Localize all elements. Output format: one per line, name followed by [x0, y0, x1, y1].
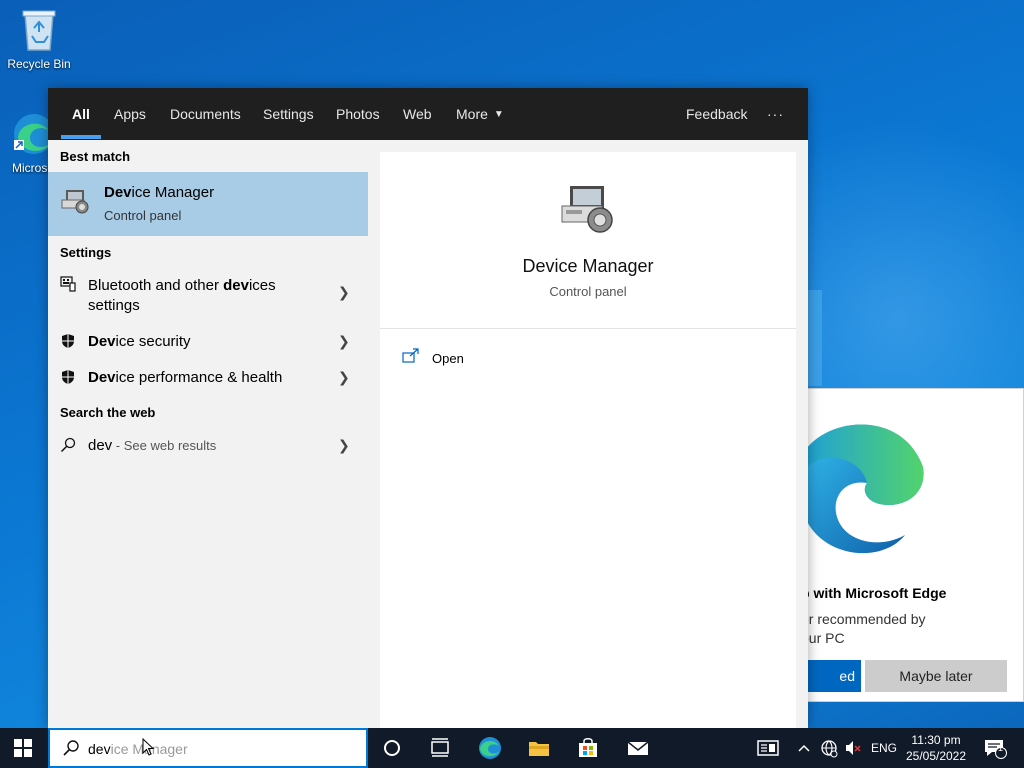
result-device-performance-post: ice performance & health: [115, 369, 283, 386]
taskbar-clock[interactable]: 11:30 pm 25/05/2022: [900, 732, 972, 764]
clock-date: 25/05/2022: [905, 749, 967, 763]
tab-apps[interactable]: Apps: [114, 88, 146, 140]
cortana-icon[interactable]: [380, 736, 404, 760]
edge-logo-icon: [801, 424, 924, 554]
preview-divider: [380, 328, 796, 329]
result-bluetooth-pre: Bluetooth and other: [88, 277, 224, 294]
edge-promo-title: b with Microsoft Edge: [801, 585, 947, 601]
chevron-right-icon: ❯: [338, 333, 350, 349]
chevron-right-icon: ❯: [338, 369, 350, 385]
chevron-down-icon: ▼: [493, 109, 504, 121]
search-panel: All Apps Documents Settings Photos Web M…: [48, 88, 808, 728]
best-match-title-highlight: Dev: [104, 184, 132, 201]
result-bluetooth-post: ices: [248, 277, 276, 294]
shield-icon: [62, 370, 74, 384]
notification-count: 1: [998, 743, 1004, 753]
search-icon: [60, 437, 76, 453]
chevron-right-icon: ❯: [338, 284, 350, 300]
edge-icon: [14, 114, 48, 154]
result-bluetooth-settings[interactable]: Bluetooth and other devices settings ❯: [48, 272, 368, 320]
feedback-button[interactable]: Feedback: [686, 88, 747, 140]
result-device-performance[interactable]: Device performance & health ❯: [48, 364, 368, 394]
mouse-cursor-icon: [142, 738, 155, 756]
best-match-subtitle: Control panel: [104, 208, 182, 223]
section-search-the-web: Search the web: [60, 405, 156, 420]
result-device-performance-label: Device performance & health: [88, 368, 282, 388]
open-action-label: Open: [432, 351, 464, 366]
shield-icon: [62, 334, 74, 348]
result-bluetooth-line2: settings: [88, 297, 140, 314]
result-device-security-label: Device security: [88, 332, 191, 352]
active-tab-indicator: [61, 135, 101, 139]
desktop-icon-recycle-bin[interactable]: Recycle Bin: [0, 6, 78, 71]
best-match-title: Device Manager: [104, 184, 214, 201]
result-web-label: dev - See web results: [88, 436, 216, 456]
recycle-bin-icon: [22, 10, 56, 51]
notifications-icon[interactable]: [982, 736, 1008, 760]
network-icon[interactable]: [820, 736, 838, 760]
task-view-icon[interactable]: [428, 736, 452, 760]
section-settings: Settings: [60, 245, 112, 260]
result-device-security-bold: Dev: [88, 333, 116, 350]
edge-promo-primary-button[interactable]: ed: [801, 660, 861, 692]
device-manager-icon: [561, 186, 613, 233]
desktop-icon-edge[interactable]: Microsoft Edge: [0, 112, 48, 175]
device-manager-icon: [61, 190, 89, 214]
best-match-title-rest: ice Manager: [131, 184, 215, 201]
chevron-up-icon[interactable]: [797, 736, 811, 760]
web-suffix: - See web results: [112, 438, 217, 453]
tab-documents[interactable]: Documents: [170, 88, 241, 140]
tab-all[interactable]: All: [72, 88, 90, 140]
search-tabs-bar: All Apps Documents Settings Photos Web M…: [48, 88, 808, 140]
tab-settings[interactable]: Settings: [263, 88, 314, 140]
taskbar: device Manager dev: [0, 728, 1024, 768]
tab-more[interactable]: More ▼: [456, 88, 504, 140]
mail-icon[interactable]: [626, 736, 650, 760]
search-icon: [63, 740, 79, 756]
preview-subtitle: Control panel: [549, 284, 627, 299]
preview-pane: Device Manager Control panel Open: [380, 152, 796, 728]
file-explorer-icon[interactable]: [527, 736, 551, 760]
edge-promo-accent: [808, 290, 822, 386]
windows-start-icon[interactable]: [14, 739, 32, 757]
result-device-performance-bold: Dev: [88, 369, 116, 386]
result-device-security[interactable]: Device security ❯: [48, 328, 368, 358]
edge-taskbar-icon[interactable]: [478, 736, 502, 760]
edge-promo-panel: b with Microsoft Edge er recommended by …: [800, 388, 1024, 702]
maybe-later-button[interactable]: Maybe later: [865, 660, 1007, 692]
result-device-security-post: ice security: [115, 333, 191, 350]
more-options-button[interactable]: ···: [767, 88, 784, 140]
clock-time: 11:30 pm: [911, 733, 961, 747]
edge-desktop-label: Microsoft Edge: [12, 161, 48, 175]
result-bluetooth-bold: dev: [223, 277, 249, 294]
result-web-search[interactable]: dev - See web results ❯: [48, 432, 368, 462]
microsoft-store-icon[interactable]: [576, 736, 600, 760]
result-bluetooth-label: Bluetooth and other devices settings: [88, 276, 276, 316]
tab-more-label: More: [456, 106, 488, 122]
edge-promo-line1: er recommended by: [801, 611, 926, 627]
language-indicator[interactable]: ENG: [871, 741, 897, 755]
recycle-bin-label: Recycle Bin: [7, 57, 71, 71]
tab-photos[interactable]: Photos: [336, 88, 380, 140]
open-action[interactable]: Open: [402, 348, 464, 369]
preview-title: Device Manager: [522, 256, 654, 276]
tab-web[interactable]: Web: [403, 88, 432, 140]
open-icon: [402, 348, 419, 363]
section-best-match: Best match: [60, 149, 131, 164]
web-query: dev: [88, 437, 113, 454]
bluetooth-devices-icon: [60, 276, 76, 292]
taskbar-search-box[interactable]: device Manager dev: [48, 728, 368, 768]
search-query-text: dev: [88, 741, 111, 757]
best-match-device-manager[interactable]: Device Manager Control panel: [48, 172, 368, 236]
chevron-right-icon: ❯: [338, 437, 350, 453]
news-widget-icon[interactable]: [756, 736, 780, 760]
volume-muted-icon[interactable]: [844, 736, 862, 760]
search-results-list: Best match Device Manager Control panel …: [48, 140, 368, 728]
